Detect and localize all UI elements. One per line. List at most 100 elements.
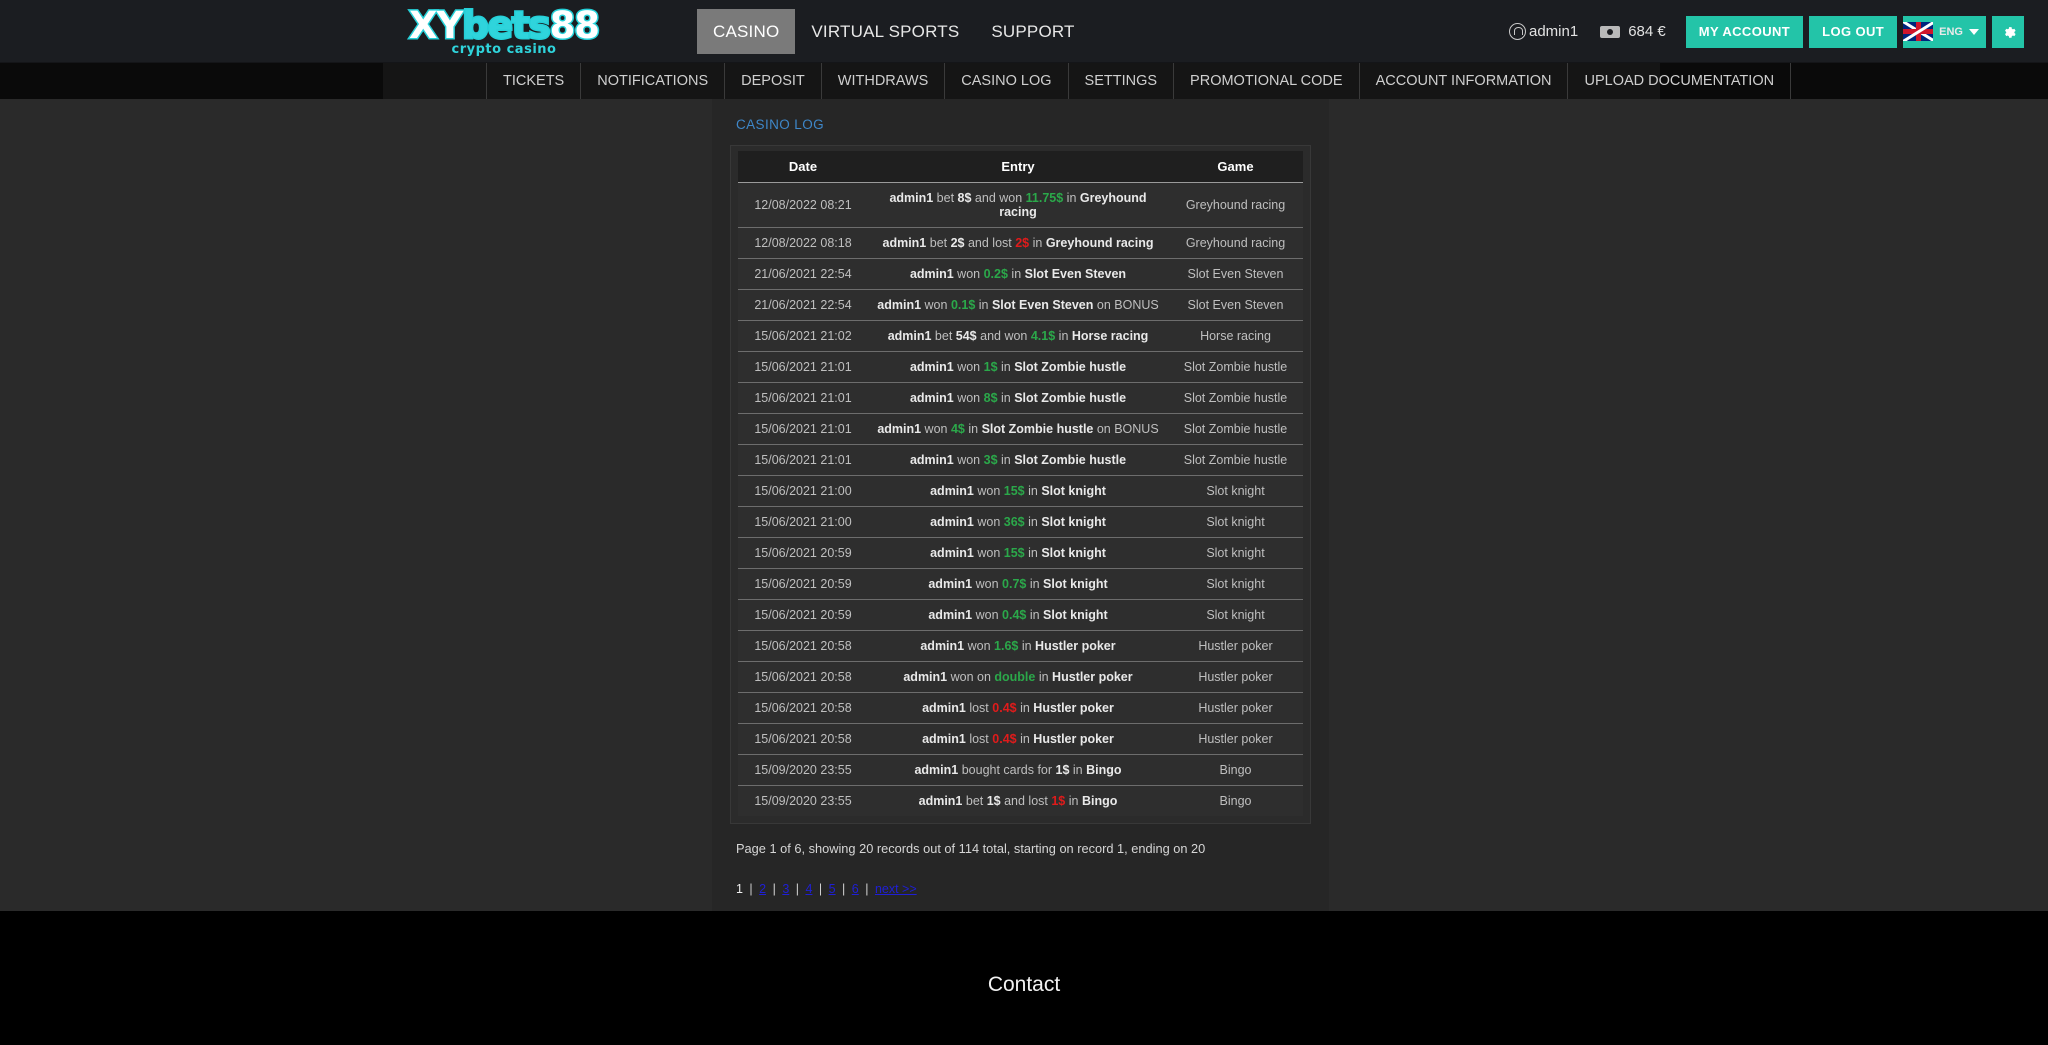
nav-item-support[interactable]: SUPPORT	[975, 9, 1090, 54]
cell-game: Slot knight	[1168, 537, 1303, 569]
entry-segment: in	[1018, 639, 1036, 653]
column-header-date: Date	[738, 151, 868, 183]
casino-log-table: Date Entry Game 12/08/2022 08:21 admin1 b…	[738, 151, 1303, 816]
entry-segment: 2$	[1015, 236, 1030, 250]
subnav-item-promotional-code[interactable]: PROMOTIONAL CODE	[1174, 63, 1360, 99]
entry-segment: in	[1055, 329, 1072, 343]
uk-flag-icon	[1903, 22, 1934, 41]
entry-segment: Slot knight	[1041, 515, 1106, 529]
entry-segment: admin1	[922, 701, 966, 715]
entry-segment: won	[973, 546, 1004, 560]
entry-segment: and lost	[1000, 794, 1052, 808]
my-account-button[interactable]: MY ACCOUNT	[1685, 15, 1804, 48]
pagination-separator: |	[745, 882, 757, 896]
nav-item-casino[interactable]: CASINO	[697, 9, 796, 54]
cell-entry: admin1 bet 2$ and lost 2$ in Greyhound r…	[868, 227, 1168, 259]
entry-segment: 0.7$	[1002, 577, 1027, 591]
log-out-button[interactable]: LOG OUT	[1809, 15, 1898, 48]
subnav-item-settings[interactable]: SETTINGS	[1069, 63, 1175, 99]
cell-entry: admin1 won 0.2$ in Slot Even Steven	[868, 258, 1168, 290]
entry-segment: 0.2$	[983, 267, 1008, 281]
entry-segment: in	[1065, 794, 1082, 808]
cell-entry: admin1 bet 8$ and won 11.75$ in Greyhoun…	[868, 182, 1168, 228]
top-header: XYbets88 crypto casino CASINO VIRTUAL SP…	[0, 0, 2048, 63]
username-display[interactable]: admin1	[1508, 23, 1578, 40]
entry-segment: in	[1016, 701, 1034, 715]
cell-date: 12/08/2022 08:21	[738, 182, 868, 228]
logo-wordmark: XYbets88	[407, 6, 601, 46]
pagination-separator: |	[861, 882, 872, 896]
pagination-page-link[interactable]: 5	[829, 882, 836, 896]
entry-segment: admin1	[903, 670, 948, 684]
nav-item-virtual-sports[interactable]: VIRTUAL SPORTS	[795, 9, 975, 54]
subnav-item-upload-documentation[interactable]: UPLOAD DOCUMENTATION	[1568, 63, 1792, 99]
cell-date: 21/06/2021 22:54	[738, 289, 868, 321]
entry-segment: won	[953, 360, 984, 374]
entry-segment: in	[1016, 732, 1034, 746]
entry-segment: admin1	[887, 329, 932, 343]
entry-segment: double	[994, 670, 1036, 684]
cell-entry: admin1 won 0.4$ in Slot knight	[868, 599, 1168, 631]
pagination-current-page: 1	[736, 882, 743, 896]
entry-segment: admin1	[922, 732, 966, 746]
entry-segment: Slot Zombie hustle	[1014, 360, 1127, 374]
entry-segment: lost	[965, 732, 993, 746]
table-row: 15/06/2021 21:01 admin1 won 3$ in Slot Zo…	[738, 444, 1303, 476]
cell-game: Slot Zombie hustle	[1168, 382, 1303, 414]
cell-entry: admin1 bought cards for 1$ in Bingo	[868, 754, 1168, 786]
pagination-next-link[interactable]: next >>	[875, 882, 917, 896]
entry-segment: admin1	[928, 577, 973, 591]
entry-segment: 15$	[1003, 484, 1025, 498]
entry-segment: Slot knight	[1041, 484, 1106, 498]
entry-segment: admin1	[889, 191, 934, 205]
subnav-item-account-information[interactable]: ACCOUNT INFORMATION	[1360, 63, 1569, 99]
cell-entry: admin1 won 1$ in Slot Zombie hustle	[868, 351, 1168, 383]
table-head: Date Entry Game	[738, 151, 1303, 183]
entry-segment: in	[1029, 236, 1046, 250]
cell-game: Slot Zombie hustle	[1168, 351, 1303, 383]
entry-segment: 4$	[950, 422, 965, 436]
language-selector[interactable]: ENG	[1903, 15, 1986, 48]
entry-segment: admin1	[914, 763, 959, 777]
site-logo[interactable]: XYbets88 crypto casino	[388, 6, 620, 58]
entry-segment: in	[1024, 546, 1042, 560]
entry-segment: on BONUS	[1093, 298, 1159, 312]
entry-segment: won	[953, 267, 984, 281]
subnav-item-notifications[interactable]: NOTIFICATIONS	[581, 63, 726, 99]
pagination-separator: |	[815, 882, 826, 896]
entry-segment: in	[997, 391, 1015, 405]
entry-segment: Hustler poker	[1052, 670, 1133, 684]
entry-segment: bet	[962, 794, 987, 808]
entry-segment: Hustler poker	[1033, 732, 1114, 746]
entry-segment: Slot Even Steven	[991, 298, 1094, 312]
table-row: 15/06/2021 20:58 admin1 won 1.6$ in Hustl…	[738, 630, 1303, 662]
entry-segment: in	[1026, 608, 1044, 622]
entry-segment: won	[921, 298, 951, 312]
chevron-down-icon	[1969, 28, 1979, 35]
entry-segment: Slot knight	[1041, 546, 1106, 560]
column-header-game: Game	[1168, 151, 1303, 183]
entry-segment: Slot Zombie hustle	[1014, 453, 1127, 467]
cell-date: 15/06/2021 20:58	[738, 661, 868, 693]
settings-button[interactable]	[1992, 15, 2024, 48]
entry-segment: Slot Zombie hustle	[981, 422, 1094, 436]
pagination-page-link[interactable]: 6	[852, 882, 859, 896]
entry-segment: 15$	[1003, 546, 1025, 560]
cell-date: 15/06/2021 21:01	[738, 413, 868, 445]
entry-segment: Horse racing	[1071, 329, 1149, 343]
entry-segment: in	[1035, 670, 1053, 684]
subnav-item-tickets[interactable]: TICKETS	[486, 63, 582, 99]
entry-segment: in	[1024, 484, 1042, 498]
table-row: 15/09/2020 23:55 admin1 bought cards for …	[738, 754, 1303, 786]
subnav-item-casino-log[interactable]: CASINO LOG	[945, 63, 1069, 99]
entry-segment: Greyhound racing	[1045, 236, 1154, 250]
entry-segment: 11.75$	[1025, 191, 1064, 205]
subnav-item-deposit[interactable]: DEPOSIT	[725, 63, 822, 99]
cell-entry: admin1 lost 0.4$ in Hustler poker	[868, 692, 1168, 724]
table-row: 15/06/2021 20:59 admin1 won 15$ in Slot k…	[738, 537, 1303, 569]
subnav-item-withdraws[interactable]: WITHDRAWS	[822, 63, 946, 99]
entry-segment: in	[1024, 515, 1042, 529]
cell-entry: admin1 bet 54$ and won 4.1$ in Horse rac…	[868, 320, 1168, 352]
entry-segment: won	[964, 639, 995, 653]
entry-segment: admin1	[909, 453, 954, 467]
